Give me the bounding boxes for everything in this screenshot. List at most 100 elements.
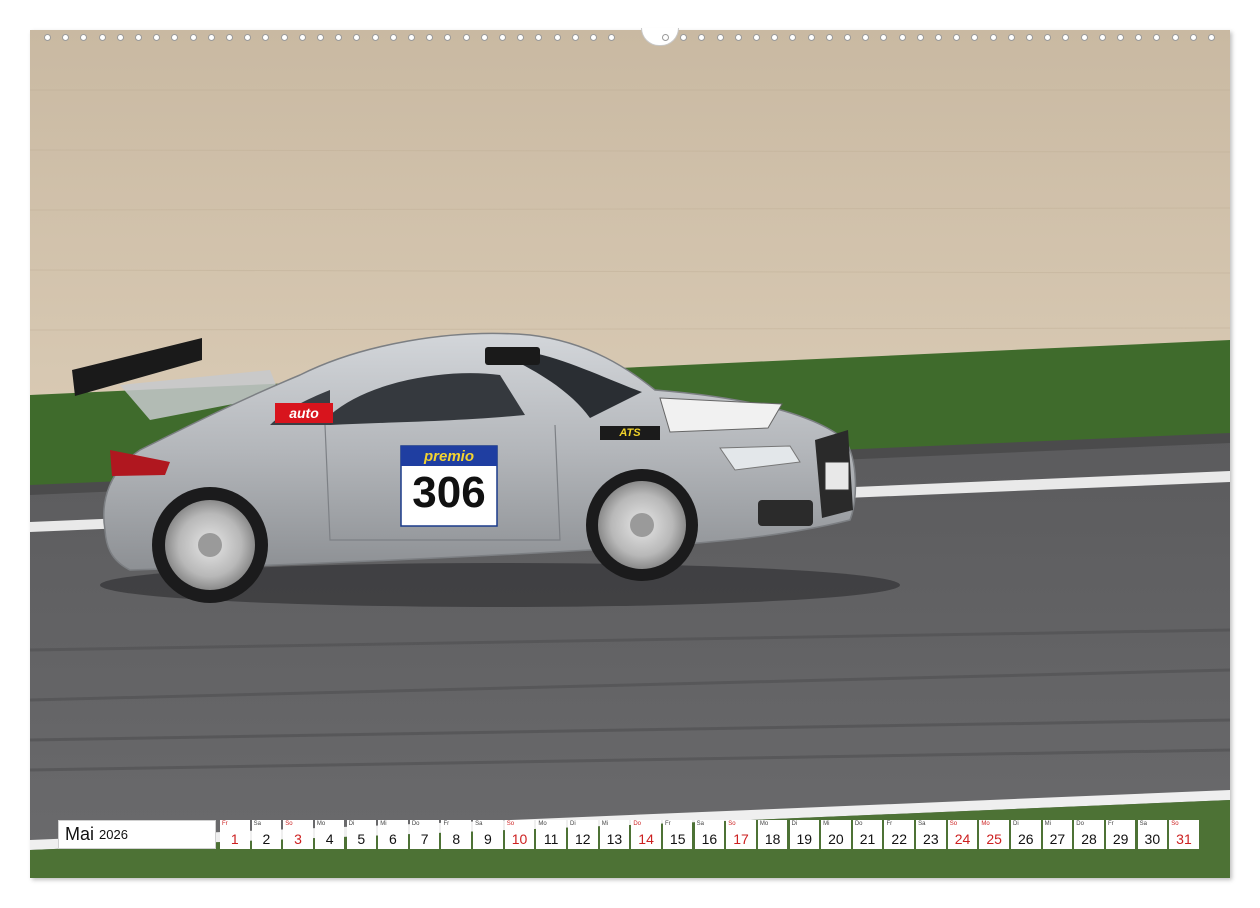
binding-hole	[953, 34, 961, 41]
day-cell: Mo 11	[536, 820, 566, 849]
day-cell: Di 12	[568, 820, 598, 849]
binding-hole	[590, 34, 597, 41]
day-abbr: Do	[633, 821, 641, 827]
day-abbr: Di	[1013, 821, 1019, 827]
side-logo-label: auto	[289, 405, 319, 421]
day-abbr: Mi	[380, 821, 387, 827]
day-number: 13	[606, 831, 623, 847]
binding-hole	[44, 34, 51, 41]
day-abbr: Mo	[316, 821, 326, 827]
day-number: 1	[230, 831, 239, 847]
day-cell: So 31	[1169, 820, 1199, 849]
binding-hole	[1189, 34, 1197, 41]
day-cell: Fr 1	[220, 820, 250, 849]
day-number: 6	[389, 831, 397, 847]
day-abbr: Do	[411, 821, 420, 827]
day-cell: So 17	[726, 820, 756, 849]
day-cell: Do 28	[1074, 820, 1104, 849]
race-car-photo: premio 306 auto ATS	[30, 30, 1230, 878]
binding-hole	[862, 34, 870, 41]
day-abbr: Mi	[601, 821, 609, 827]
day-abbr: Do	[1076, 821, 1084, 827]
binding-hole	[1044, 34, 1052, 41]
calendar-strip: Mai 2026 Fr 1 Sa 2 So 3 Mo 4 Di 5 Mi 6 Do 7 Fr 8 Sa 9 So 10…	[58, 820, 1201, 850]
binding-hole	[771, 34, 779, 41]
binding-hole	[135, 34, 142, 41]
binding-hole	[1171, 34, 1179, 41]
binding-hole	[1208, 34, 1215, 41]
day-abbr: Fr	[1107, 821, 1114, 827]
day-cell: Do 7	[409, 820, 440, 849]
day-abbr: Fr	[886, 821, 893, 827]
day-abbr: Di	[348, 821, 355, 827]
binding-hole	[1080, 34, 1088, 41]
binding-hole	[753, 34, 760, 41]
binding-hole	[844, 34, 851, 41]
day-number: 22	[891, 831, 907, 847]
day-number: 9	[483, 831, 492, 847]
binding-hole	[608, 34, 616, 41]
day-number: 17	[733, 831, 749, 847]
binding-hole	[153, 34, 161, 41]
day-number: 5	[357, 831, 366, 847]
binding-hole	[1153, 34, 1161, 41]
day-abbr: Fr	[664, 821, 671, 827]
binding-hole	[662, 34, 669, 41]
binding-hole	[898, 34, 906, 41]
day-number: 30	[1144, 831, 1161, 847]
binding-hole	[553, 34, 561, 41]
day-abbr: Fr	[443, 821, 450, 827]
day-number: 23	[923, 831, 939, 847]
binding-hole	[262, 34, 270, 41]
day-number: 16	[701, 831, 718, 847]
month-year: 2026	[99, 827, 128, 842]
binding-hole	[825, 34, 833, 41]
spiral-binding	[30, 28, 1230, 46]
binding-hole	[80, 34, 88, 41]
day-cell: Mo 4	[314, 820, 345, 849]
binding-hole	[480, 34, 488, 41]
day-abbr: Mo	[759, 821, 769, 827]
binding-hole	[335, 34, 343, 41]
binding-hole	[1135, 34, 1143, 41]
day-number: 15	[669, 831, 686, 847]
day-abbr: Sa	[475, 821, 483, 827]
day-abbr: Di	[791, 821, 798, 827]
sponsor-premio-label: premio	[423, 448, 474, 465]
binding-hole	[244, 34, 252, 41]
day-cell: Di 26	[1011, 820, 1041, 849]
binding-hole	[807, 34, 815, 41]
binding-hole	[989, 34, 997, 41]
binding-hole	[680, 34, 688, 41]
day-number: 7	[420, 831, 429, 847]
day-cell: Do 14	[631, 820, 661, 849]
day-cell: So 3	[283, 820, 313, 849]
binding-hole	[389, 34, 397, 41]
binding-hole	[789, 34, 797, 41]
day-number: 29	[1112, 831, 1129, 847]
binding-hole	[1098, 34, 1106, 41]
day-number: 28	[1081, 831, 1097, 847]
binding-hole	[62, 34, 70, 41]
day-abbr: Mo	[538, 821, 547, 827]
day-abbr: Sa	[696, 821, 704, 827]
day-number: 10	[511, 831, 528, 847]
day-cell: Di 19	[789, 820, 820, 849]
day-number: 31	[1176, 831, 1192, 847]
day-number: 25	[986, 831, 1002, 847]
binding-hole	[408, 34, 415, 41]
day-abbr: So	[949, 821, 958, 827]
day-abbr: Fr	[222, 821, 228, 827]
day-abbr: Do	[854, 821, 863, 827]
month-name: Mai	[65, 824, 95, 844]
day-cell: Mi 6	[378, 820, 408, 849]
binding-hole	[280, 34, 288, 41]
day-cell: Mo 18	[757, 820, 788, 849]
binding-hole	[171, 34, 179, 41]
day-cell: So 10	[504, 820, 535, 849]
binding-hole	[426, 34, 434, 41]
day-abbr: Mi	[1044, 821, 1051, 827]
day-abbr: Mo	[981, 821, 990, 827]
binding-hole	[298, 34, 306, 41]
binding-hole	[517, 34, 525, 41]
